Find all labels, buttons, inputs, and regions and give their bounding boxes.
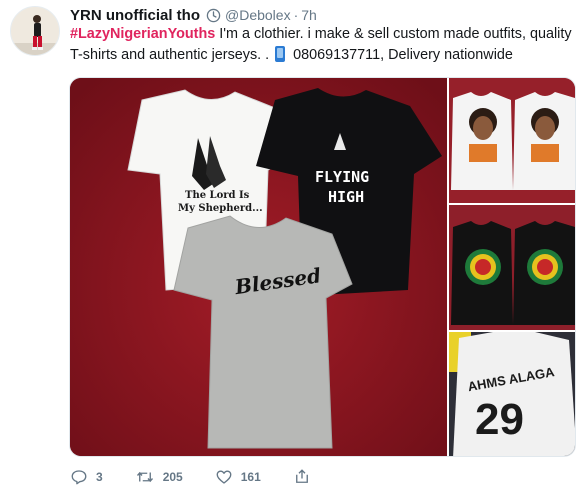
avatar-image (11, 7, 59, 55)
like-button[interactable]: 161 (215, 468, 261, 486)
tshirts-illustration: The Lord Is My Shepherd... FLYING HIGH B… (70, 78, 447, 456)
reply-count: 3 (96, 470, 103, 484)
tweet-header: YRN unofficial tho @Debolex · 7h (70, 5, 317, 25)
lion-shirts-illustration (449, 205, 575, 330)
jersey-number-text: 29 (475, 395, 524, 444)
photo-tshirts[interactable]: The Lord Is My Shepherd... FLYING HIGH B… (70, 78, 447, 456)
tweet-text-line-2-end: 08069137711, Delivery nationwide (289, 47, 513, 63)
tweet-text-line-1: #LazyNigerianYouths I'm a clothier. i ma… (70, 24, 575, 45)
photo-jersey[interactable]: AHMS ALAGA 29 (449, 332, 575, 456)
avatar[interactable] (10, 6, 60, 56)
like-count: 161 (240, 470, 261, 484)
tweet-text-line-1-rest: I'm a clothier. i make & sell custom mad… (215, 26, 572, 42)
jersey-illustration: AHMS ALAGA 29 (449, 332, 575, 456)
hashtag-link[interactable]: #LazyNigerianYouths (70, 26, 215, 42)
mobile-phone-icon (275, 46, 286, 62)
jcole-shirts-illustration (449, 78, 575, 203)
share-icon (295, 469, 308, 483)
heart-icon (216, 470, 232, 484)
reply-button[interactable]: 3 (70, 468, 103, 486)
tweet: YRN unofficial tho @Debolex · 7h #LazyNi… (0, 0, 585, 492)
media-grid: The Lord Is My Shepherd... FLYING HIGH B… (69, 77, 576, 457)
retweet-button[interactable]: 205 (135, 468, 183, 486)
separator-dot: · (293, 7, 299, 23)
tweet-text-line-2-start: T-shirts and authentic jerseys. . (70, 47, 274, 63)
tweet-text: #LazyNigerianYouths I'm a clothier. i ma… (70, 24, 575, 66)
clock-badge-icon (206, 8, 221, 22)
share-button[interactable] (293, 468, 319, 486)
timestamp[interactable]: 7h (301, 7, 317, 23)
photo-jcole-shirts[interactable] (449, 78, 575, 203)
retweet-icon (136, 471, 153, 483)
shirt-text-lord-1: The Lord Is (185, 190, 250, 201)
shirt-text-flying: FLYING (315, 168, 369, 186)
retweet-count: 205 (162, 470, 183, 484)
user-handle[interactable]: @Debolex (225, 7, 291, 23)
tweet-text-line-2: T-shirts and authentic jerseys. . 080691… (70, 45, 575, 66)
display-name[interactable]: YRN unofficial tho (70, 7, 200, 24)
photo-lion-shirts[interactable] (449, 205, 575, 330)
tweet-actions: 3 205 161 (70, 466, 351, 488)
shirt-text-lord-2: My Shepherd... (178, 203, 263, 214)
reply-icon (71, 470, 87, 485)
shirt-text-high: HIGH (328, 188, 364, 206)
